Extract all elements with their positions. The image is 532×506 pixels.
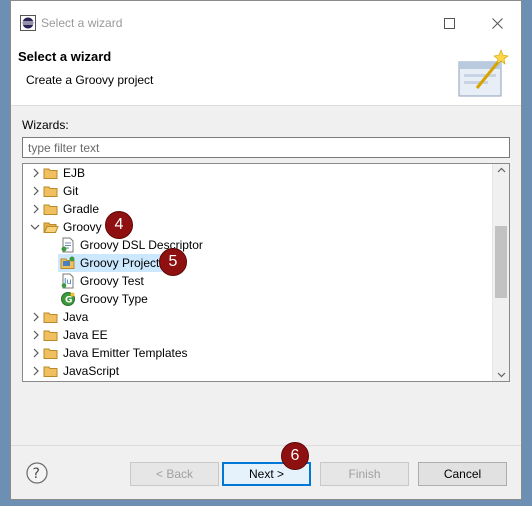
close-icon xyxy=(491,17,503,29)
step-badge-5: 5 xyxy=(159,248,187,276)
tree-item-label: Java Emitter Templates xyxy=(63,346,188,360)
tree-item-label: Git xyxy=(63,184,79,198)
wizard-tree[interactable]: EJB Git Gradle Groovy Groovy DSL Descrip… xyxy=(22,163,510,382)
groovy-type-icon: G xyxy=(61,292,75,306)
step-badge-4: 4 xyxy=(105,211,133,239)
tree-item-label: Groovy DSL Descriptor xyxy=(80,238,203,252)
groovy-project-icon xyxy=(60,256,75,269)
tree-item-label: Gradle xyxy=(63,202,100,216)
tree-item-javascript[interactable]: JavaScript xyxy=(23,362,493,380)
cancel-button[interactable]: Cancel xyxy=(418,462,507,486)
tree-item-label: Groovy Type xyxy=(80,292,148,306)
dsl-file-icon xyxy=(61,237,74,253)
scroll-up-icon[interactable] xyxy=(497,166,506,175)
wizard-header: Select a wizard Create a Groovy project xyxy=(11,44,521,106)
chevron-down-icon[interactable] xyxy=(30,221,40,233)
footer-separator xyxy=(11,445,521,446)
tree-scrollbar[interactable] xyxy=(492,164,509,381)
tree-item-java-ee[interactable]: Java EE xyxy=(23,326,493,344)
chevron-right-icon[interactable] xyxy=(31,329,41,341)
folder-icon xyxy=(43,348,58,359)
step-badge-6: 6 xyxy=(281,442,309,470)
window-title: Select a wizard xyxy=(41,16,123,30)
chevron-right-icon[interactable] xyxy=(31,347,41,359)
tree-item-groovy-project[interactable]: Groovy Project xyxy=(23,254,493,272)
svg-text:?: ? xyxy=(33,466,40,482)
wizards-label: Wizards: xyxy=(22,118,69,132)
wizard-dialog: Select a wizard Select a wizard Create a… xyxy=(10,0,522,500)
tree-item-ejb[interactable]: EJB xyxy=(23,164,493,182)
folder-icon xyxy=(43,366,58,377)
folder-icon xyxy=(43,168,58,179)
groovy-test-icon: Ju xyxy=(61,273,74,289)
tree-item-groovy[interactable]: Groovy xyxy=(23,218,493,236)
tree-item-groovy-dsl-descriptor[interactable]: Groovy DSL Descriptor xyxy=(23,236,493,254)
svg-text:G: G xyxy=(65,296,72,306)
page-description: Create a Groovy project xyxy=(26,73,154,87)
chevron-right-icon[interactable] xyxy=(31,203,41,215)
tree-item-label: Java xyxy=(63,310,89,324)
tree-item-java-emitter-templates[interactable]: Java Emitter Templates xyxy=(23,344,493,362)
tree-item-label: Groovy Project xyxy=(80,256,160,270)
folder-icon xyxy=(43,204,58,215)
tree-item-label: Groovy xyxy=(63,220,102,234)
eclipse-icon xyxy=(20,15,36,31)
tree-item-groovy-test[interactable]: Ju Groovy Test xyxy=(23,272,493,290)
page-title: Select a wizard xyxy=(18,49,112,64)
tree-item-label: EJB xyxy=(63,166,86,180)
folder-icon xyxy=(43,312,58,323)
tree-item-java[interactable]: Java xyxy=(23,308,493,326)
maximize-button[interactable] xyxy=(437,11,461,35)
folder-icon xyxy=(43,186,58,197)
chevron-right-icon[interactable] xyxy=(31,365,41,377)
back-button[interactable]: < Back xyxy=(130,462,219,486)
tree-item-git[interactable]: Git xyxy=(23,182,493,200)
tree-item-label: Groovy Test xyxy=(80,274,144,288)
tree-item-label: Java EE xyxy=(63,328,108,342)
scroll-down-icon[interactable] xyxy=(497,370,506,379)
chevron-right-icon[interactable] xyxy=(31,167,41,179)
scrollbar-thumb[interactable] xyxy=(495,226,507,298)
tree-item-gradle[interactable]: Gradle xyxy=(23,200,493,218)
maximize-icon xyxy=(443,17,455,29)
chevron-right-icon[interactable] xyxy=(31,185,41,197)
finish-button[interactable]: Finish xyxy=(320,462,409,486)
title-bar: Select a wizard xyxy=(11,1,521,44)
folder-icon xyxy=(43,330,58,341)
wizard-banner-icon xyxy=(458,49,509,97)
chevron-right-icon[interactable] xyxy=(31,311,41,323)
filter-input[interactable] xyxy=(22,137,510,158)
open-folder-icon xyxy=(43,222,59,233)
close-button[interactable] xyxy=(485,11,509,35)
tree-item-label: JavaScript xyxy=(63,364,120,378)
tree-item-groovy-type[interactable]: G Groovy Type xyxy=(23,290,493,308)
help-icon[interactable]: ? xyxy=(26,462,48,484)
